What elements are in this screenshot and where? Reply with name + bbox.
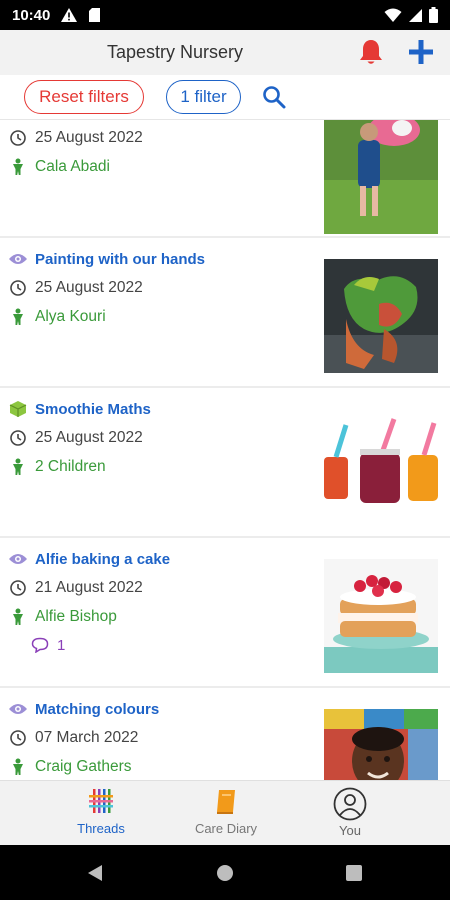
post-feed[interactable]: 25 August 2022 Cala Abadi Painting with … [0,120,450,780]
post-thumbnail[interactable] [324,709,438,780]
clock-icon [8,128,28,148]
wifi-icon [384,8,402,22]
warning-icon [61,8,78,22]
home-icon[interactable] [216,864,234,882]
comment-icon [30,635,50,655]
post-title: Painting with our hands [35,250,205,268]
tab-you-label: You [339,823,361,838]
post-title: Matching colours [35,700,160,718]
post-card[interactable]: Smoothie Maths 25 August 2022 2 Children [0,390,450,538]
post-thumbnail[interactable] [324,559,438,673]
bell-icon[interactable] [356,37,386,67]
post-date: 25 August 2022 [35,129,143,146]
clock-icon [8,428,28,448]
tab-care-diary-label: Care Diary [194,821,258,836]
book-icon [217,790,235,814]
comment-count: 1 [57,636,66,654]
tab-you[interactable]: You [295,787,405,838]
post-date: 07 March 2022 [35,729,139,746]
child-icon [8,607,28,627]
post-child: Craig Gathers [35,758,132,775]
post-title: Alfie baking a cake [35,550,171,568]
post-thumbnail[interactable] [324,120,438,234]
filter-bar: Reset filters 1 filter [0,75,450,120]
post-date: 21 August 2022 [35,579,143,596]
avatar-icon [333,787,367,821]
cube-icon [8,399,28,419]
clock-icon [8,578,28,598]
reset-filters-button[interactable]: Reset filters [24,80,144,114]
post-thumbnail[interactable] [324,409,438,523]
status-time: 10:40 [12,6,51,24]
eye-icon [8,699,28,719]
child-icon [8,157,28,177]
post-thumbnail[interactable] [324,259,438,373]
post-child: Alfie Bishop [35,608,117,625]
clock-icon [8,728,28,748]
filter-button[interactable]: 1 filter [166,80,241,114]
back-icon[interactable] [86,864,104,882]
post-title: Smoothie Maths [35,400,151,418]
plus-icon[interactable] [406,37,436,67]
post-card[interactable]: 25 August 2022 Cala Abadi [0,120,450,238]
app-bar: Tapestry Nursery [0,30,450,75]
post-card[interactable]: Alfie baking a cake 21 August 2022 Alfie… [0,540,450,688]
post-child: Alya Kouri [35,308,106,325]
eye-icon [8,249,28,269]
tab-threads-label: Threads [77,821,125,836]
child-icon [8,757,28,777]
status-bar: 10:40 [0,0,450,30]
post-date: 25 August 2022 [35,279,143,296]
child-icon [8,307,28,327]
post-date: 25 August 2022 [35,429,143,446]
post-card[interactable]: Painting with our hands 25 August 2022 A… [0,240,450,388]
threads-icon [89,789,113,813]
battery-icon [429,7,438,23]
eye-icon [8,549,28,569]
sd-card-icon [89,8,101,22]
post-child: Cala Abadi [35,158,110,175]
clock-icon [8,278,28,298]
search-icon[interactable] [261,84,287,110]
child-icon [8,457,28,477]
bottom-nav: Threads Care Diary You [0,780,450,845]
system-nav-bar [0,845,450,900]
recents-icon[interactable] [345,864,363,882]
tab-care-diary[interactable]: Care Diary [171,787,281,836]
post-card[interactable]: Matching colours 07 March 2022 Craig Gat… [0,690,450,780]
cellular-icon [409,8,422,22]
post-child: 2 Children [35,458,106,475]
page-title: Tapestry Nursery [106,42,244,62]
tab-threads[interactable]: Threads [46,787,156,836]
